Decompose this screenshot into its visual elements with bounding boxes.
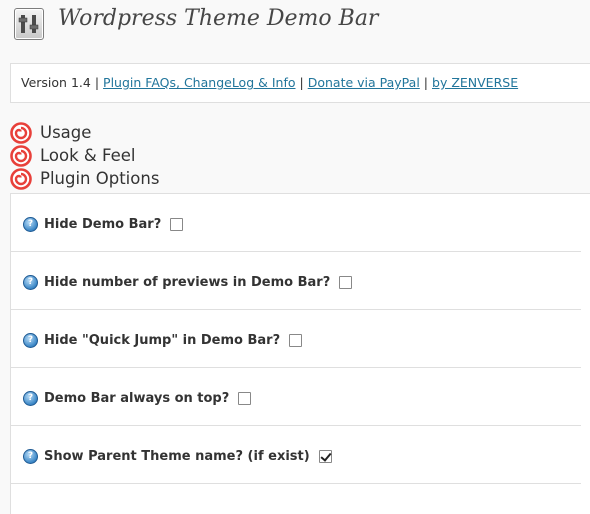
version-text: Version 1.4 <box>21 75 91 90</box>
section-label-usage: Usage <box>40 123 92 142</box>
option-row-always-on-top: ? Demo Bar always on top? <box>11 368 581 426</box>
option-label: Hide "Quick Jump" in Demo Bar? <box>44 333 281 348</box>
hide-previews-checkbox[interactable] <box>339 276 353 289</box>
hide-quick-jump-checkbox[interactable] <box>289 334 303 347</box>
option-row-hide-previews: ? Hide number of previews in Demo Bar? <box>11 252 581 310</box>
option-label: Show Parent Theme name? (if exist) <box>44 449 310 464</box>
option-label: Hide number of previews in Demo Bar? <box>44 275 331 290</box>
option-row-hide-demo-bar: ? Hide Demo Bar? <box>11 194 581 252</box>
option-label: Hide Demo Bar? <box>44 217 162 232</box>
option-row-show-parent-theme: ? Show Parent Theme name? (if exist) <box>11 426 581 484</box>
page-header: Wordpress Theme Demo Bar <box>0 0 590 56</box>
plugin-info-bar: Version 1.4 | Plugin FAQs, ChangeLog & Inf… <box>10 63 590 103</box>
help-icon[interactable]: ? <box>23 217 38 232</box>
page-title: Wordpress Theme Demo Bar <box>58 6 379 31</box>
spiral-icon <box>10 121 32 144</box>
author-link[interactable]: by ZENVERSE <box>432 75 518 90</box>
hide-demo-bar-checkbox[interactable] <box>170 218 184 231</box>
help-icon[interactable]: ? <box>23 333 38 348</box>
help-icon[interactable]: ? <box>23 449 38 464</box>
section-list: Usage Look & Feel Plugin Options <box>10 121 159 190</box>
section-look-feel[interactable]: Look & Feel <box>10 144 159 167</box>
section-label-look-feel: Look & Feel <box>40 146 136 165</box>
plugin-options-panel: ? Hide Demo Bar? ? Hide number of previe… <box>10 193 590 514</box>
faq-changelog-link[interactable]: Plugin FAQs, ChangeLog & Info <box>103 75 295 90</box>
section-plugin-options[interactable]: Plugin Options <box>10 167 159 190</box>
help-icon[interactable]: ? <box>23 275 38 290</box>
plugin-settings-icon <box>14 8 44 40</box>
help-icon[interactable]: ? <box>23 391 38 406</box>
show-parent-theme-checkbox[interactable] <box>318 450 332 463</box>
section-usage[interactable]: Usage <box>10 121 159 144</box>
section-label-plugin-options: Plugin Options <box>40 169 160 188</box>
option-row-hide-quick-jump: ? Hide "Quick Jump" in Demo Bar? <box>11 310 581 368</box>
donate-paypal-link[interactable]: Donate via PayPal <box>308 75 420 90</box>
spiral-icon <box>10 167 32 190</box>
spiral-icon <box>10 144 32 167</box>
option-label: Demo Bar always on top? <box>44 391 230 406</box>
always-on-top-checkbox[interactable] <box>238 392 252 405</box>
